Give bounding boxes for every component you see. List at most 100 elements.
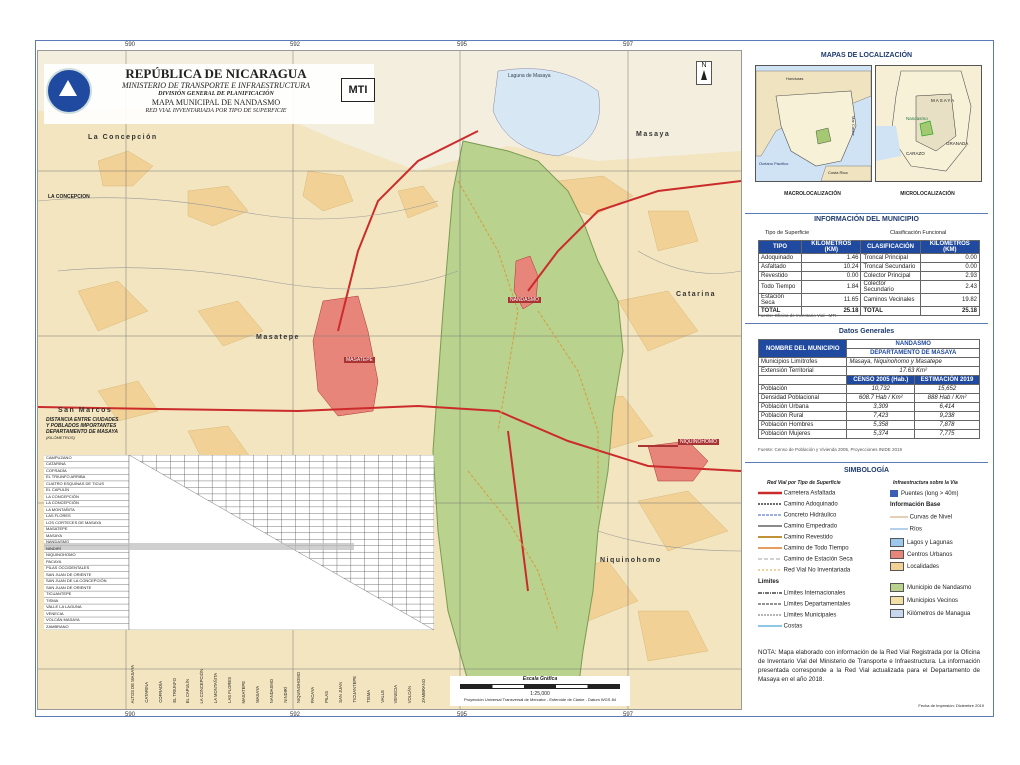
seal-logo-icon — [46, 68, 92, 114]
limits-item: Costas — [758, 623, 803, 630]
surface-row: Todo Tiempo 1.84 Colector Secundario 2.43 — [757, 280, 981, 294]
mti-logo: MTI — [341, 78, 375, 102]
distance-column-label: VOLCÁN — [407, 685, 413, 703]
ministry-title: MINISTERIO DE TRANSPORTE E INFRAESTRUCTU… — [122, 81, 310, 90]
label-san-marcos: San Marcos — [58, 407, 113, 414]
general-row: Población 10,732 15,652 — [757, 384, 980, 394]
general-row: Densidad Poblacional 608.7 Hab / Km² 888 H… — [757, 393, 980, 403]
distance-row-label: VOLCÁN MASAYA — [46, 617, 80, 623]
map-subtitle: RED VIAL INVENTARIADA POR TIPO DE SUPERF… — [145, 108, 287, 114]
legend-item: Información Base — [890, 502, 941, 508]
legend-item: Ríos — [890, 526, 923, 533]
top-tick: 597 — [623, 42, 634, 48]
distance-row-label: SAN JUAN DE ORIENTE — [46, 571, 92, 577]
distance-column-label: LA MONTAÑITA — [213, 672, 219, 703]
info-title: INFORMACIÓN DEL MUNICIPIO — [814, 216, 919, 223]
legend-item: Lagos y Lagunas — [890, 538, 953, 547]
label-masatepe: Masatepe — [256, 334, 300, 341]
distance-column-label: EL TRIUNFO — [171, 678, 177, 703]
north-arrow-icon: N — [696, 61, 712, 85]
distance-column-label: TISMA — [365, 690, 371, 703]
legend-item: Camino de Estación Seca — [758, 556, 853, 563]
distance-column-label: COFRADÍA — [157, 681, 163, 703]
bottom-tick: 595 — [457, 712, 468, 718]
distance-row-label: LAS FLORES — [46, 513, 71, 519]
surface-table: TIPO KILÓMETROS (KM) CLASIFICACIÓN KILÓMETR… — [757, 240, 981, 316]
info-panel: MAPAS DE LOCALIZACIÓN Honduras Costa Ric… — [745, 50, 988, 712]
general-title: Datos Generales — [838, 328, 895, 335]
location-title: MAPAS DE LOCALIZACIÓN — [820, 52, 913, 59]
label-niquinohomo-box: NIQUINOHOMO — [678, 439, 719, 445]
distance-row-label: MASAYA — [46, 532, 63, 538]
limits-item: Límites Internacionales — [758, 590, 846, 597]
legend-item: Puentes (long > 40m) — [890, 490, 959, 497]
distance-column-label: MASATEPE — [240, 680, 246, 704]
distance-column-label: SAN JUAN — [337, 682, 343, 703]
label-la-concepcion: La Concepción — [88, 134, 158, 141]
limits-title: Límites — [758, 579, 780, 585]
legend-item: Red Vial No Inventariada — [758, 567, 851, 574]
scale-block: Escala Gráfica 1:25,000 Proyección Unive… — [450, 676, 630, 706]
distance-column-label: VENECIA — [393, 684, 399, 703]
legend-item: Camino Revestido — [758, 534, 833, 541]
distance-column-label: LA CONCEPCIÓN — [199, 668, 205, 703]
division-title: DIVISIÓN GENERAL DE PLANIFICACIÓN — [158, 91, 274, 97]
distance-column-label: EL CAPULÍN — [185, 678, 191, 703]
limits-item: Límites Municipales — [758, 612, 837, 619]
surface-type-title: Tipo de Superficie — [765, 230, 810, 236]
limits-right-item: Municipios Vecinos — [890, 596, 958, 605]
label-laguna: Laguna de Masaya — [508, 73, 551, 79]
distance-row-label: NANDASMO — [46, 539, 70, 545]
legend-item: Curvas de Nivel — [890, 514, 953, 521]
general-table: NOMBRE DEL MUNICIPIO NANDASMO DEPARTAMENT… — [757, 339, 980, 439]
surface-row: Revestido 0.00 Colector Principal 2.93 — [757, 271, 981, 281]
legend-right-title: Infraestructura sobre la Vía — [893, 480, 958, 486]
distance-row-label: SAN JUAN DE LA CONCEPCIÓN — [46, 578, 107, 584]
bottom-tick: 597 — [623, 712, 634, 718]
legend-item: Camino Adoquinado — [758, 501, 838, 508]
label-masaya: Masaya — [636, 131, 671, 138]
surface-row: Asfaltado 10.24 Troncal Secundario 0.00 — [757, 262, 981, 272]
micro-map[interactable]: MASAYA Nandasmo GRANADA CARAZO — [875, 65, 982, 182]
distance-table-columns: ALTOS DE MASAYA CATARINA COFRADÍA EL TRIUNF… — [120, 638, 438, 703]
label-la-concepcion-box: LA CONCEPCION — [48, 194, 90, 200]
top-tick: 595 — [457, 42, 468, 48]
scale-bar — [460, 684, 620, 689]
distance-column-label: NIQUINOHOMO — [296, 672, 302, 703]
distance-column-label: MASAYA — [254, 686, 260, 703]
map-title: MAPA MUNICIPAL DE NANDASMO — [151, 98, 281, 107]
bottom-tick: 592 — [290, 712, 301, 718]
label-niquinohomo: Niquinohomo — [600, 557, 662, 564]
note-text: NOTA: Mapa elaborado con información de … — [758, 649, 980, 683]
limits-right-item: Municipio de Nandasmo — [890, 583, 971, 592]
general-row: Población Urbana 3,309 6,414 — [757, 402, 980, 412]
source-1: Fuente: Oficina de Inventario Vial - MTI… — [758, 313, 838, 318]
distance-column-label: PACAYA — [310, 686, 316, 703]
functional-title: Clasificación Funcional — [890, 230, 947, 236]
label-catarina: Catarina — [676, 291, 717, 298]
distance-column-label: ZAMBRANO — [421, 679, 427, 703]
distance-row-label: VENECIA — [46, 610, 64, 616]
general-row: Población Hombres 5,358 7,878 — [757, 420, 980, 430]
distance-row-label: MASATEPE — [46, 526, 68, 532]
distance-row-label: VALLE LA LAGUNA — [46, 604, 82, 610]
symbology-title: SIMBOLOGÍA — [843, 467, 890, 474]
general-row: Población Mujeres 5,374 7,775 — [757, 429, 980, 439]
general-row: Población Rural 7,423 9,238 — [757, 411, 980, 421]
distance-column-label: NINDIRÍ — [282, 687, 288, 703]
macro-map[interactable]: Honduras Costa Rica Océano Pacífico Mar … — [755, 65, 872, 182]
country-title: REPÚBLICA DE NICARAGUA — [125, 66, 307, 81]
distance-column-label: CATARINA — [143, 682, 149, 703]
macro-caption: MACROLOCALIZACIÓN — [784, 191, 841, 197]
distance-row-label: PILAS OCCIDENTALES — [46, 565, 90, 571]
distance-table: DISTANCIA ENTRE CIUDADES Y POBLADOS IMPO… — [44, 417, 434, 630]
legend-item: Centros Urbanos — [890, 550, 952, 559]
top-tick: 590 — [125, 42, 136, 48]
distance-row-label: LA CONCEPCIÓN — [46, 500, 79, 506]
limits-item: Límites Departamentales — [758, 601, 851, 608]
distance-column-label: TICUANTEPE — [351, 676, 357, 703]
distance-row-label: LA CONCEPCIÓN — [46, 493, 79, 499]
legend-item: Carretera Asfaltada — [758, 490, 836, 497]
distance-row-label: CUATRO ESQUINAS DE TICUS — [46, 480, 105, 486]
legend-item: Camino de Todo Tiempo — [758, 545, 849, 552]
